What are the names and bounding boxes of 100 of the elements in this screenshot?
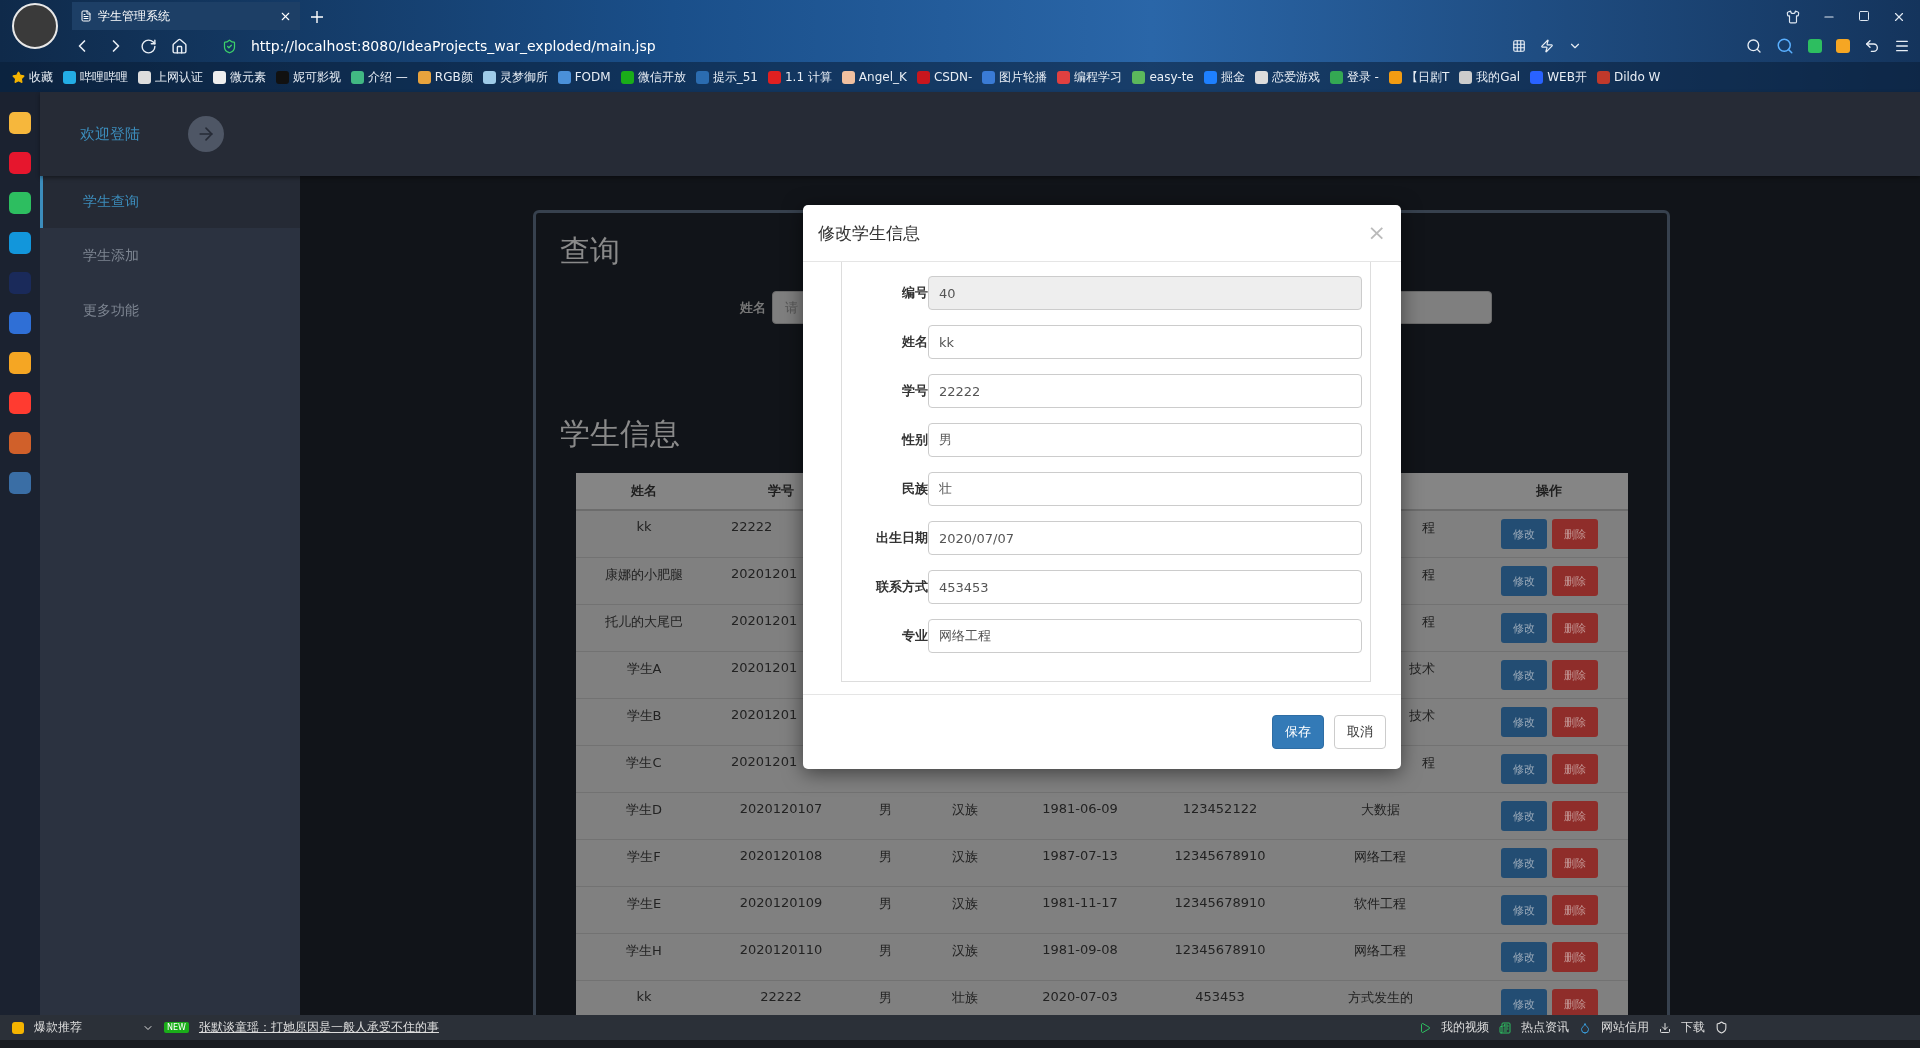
bookmark-link[interactable]: 1.1 计算 (767, 68, 832, 86)
table-cell: 2020120107 (739, 801, 823, 816)
sidebar-item[interactable]: 学生添加 (40, 228, 300, 283)
edit-button[interactable]: 修改 (1500, 801, 1547, 831)
app-icon[interactable] (9, 392, 31, 414)
table-cell: 程 (1422, 613, 1435, 631)
bookmark-link[interactable]: 哔哩哔哩 (63, 68, 128, 86)
bookmark-link[interactable]: 编程学习 (1057, 68, 1123, 86)
edit-button[interactable]: 修改 (1500, 895, 1547, 925)
bookmark-link[interactable]: 掘金 (1203, 68, 1245, 86)
edit-button[interactable]: 修改 (1500, 848, 1547, 878)
avatar-icon[interactable] (12, 3, 58, 49)
app-icon[interactable] (9, 112, 31, 134)
bookmark-link[interactable]: 微信开放 (620, 68, 686, 86)
new-badge: NEW (164, 1022, 189, 1033)
search-icon[interactable] (1776, 37, 1794, 55)
table-cell: 男 (878, 942, 892, 960)
bookmark-link[interactable]: 提示_51 (695, 68, 758, 86)
table-cell: 学生E (626, 895, 662, 913)
bookmark-link[interactable]: CSDN- (916, 70, 973, 84)
app-icon[interactable] (9, 192, 31, 214)
close-icon[interactable] (1892, 10, 1906, 24)
edit-button[interactable]: 修改 (1500, 942, 1547, 972)
bookmark-link[interactable]: 我的Gal (1459, 68, 1521, 86)
table-cell: 20201201 (731, 613, 798, 628)
bookmark-link[interactable]: WEB开 (1530, 68, 1587, 86)
bookmark-link[interactable]: easy-te (1132, 70, 1194, 84)
edit-button[interactable]: 修改 (1500, 566, 1547, 596)
sidebar-item[interactable]: 学生查询 (40, 176, 300, 228)
lightning-icon[interactable] (1540, 39, 1554, 53)
menu-icon[interactable] (1894, 38, 1910, 54)
bookmark-link[interactable]: 【日剧T (1388, 68, 1450, 86)
table-cell: 1987-07-13 (1042, 848, 1118, 863)
bookmark-link[interactable]: Dildo W (1596, 70, 1661, 84)
bookmark-link[interactable]: 微元素 (213, 68, 266, 86)
input-field[interactable]: 男 (928, 423, 1362, 457)
app-icon[interactable] (9, 232, 31, 254)
grid-icon[interactable] (1512, 39, 1526, 53)
table-cell: 学生B (626, 707, 662, 725)
restore-icon[interactable] (1858, 10, 1870, 22)
search-icon[interactable] (1746, 38, 1762, 54)
bookmark-link[interactable]: FODM (557, 70, 611, 84)
edit-button[interactable]: 修改 (1500, 989, 1547, 1015)
table-cell: 2020-07-03 (1042, 989, 1118, 1004)
bookmark-link[interactable]: 登录 - (1329, 68, 1379, 86)
news-link[interactable]: 张默谈童瑶：打她原因是一般人承受不住的事 (198, 1019, 439, 1036)
field-label: 性别 (900, 431, 928, 449)
table-cell: 程 (1422, 754, 1435, 772)
sidebar-item[interactable]: 更多功能 (40, 283, 300, 338)
table-cell: 技术 (1409, 707, 1435, 725)
section-title: 查询 (560, 232, 620, 270)
status-label[interactable]: 爆款推荐 (34, 1019, 82, 1036)
edit-button[interactable]: 修改 (1500, 707, 1547, 737)
input-field[interactable]: kk (928, 325, 1362, 359)
drop-icon (1579, 1021, 1591, 1034)
bookmark-link[interactable]: 收藏 (12, 68, 53, 86)
undo-icon[interactable] (1864, 38, 1880, 54)
column-header: 操作 (1535, 482, 1563, 500)
table-cell: 学生D (626, 801, 662, 819)
app-icon[interactable] (9, 432, 31, 454)
bookmark-link[interactable]: 上网认证 (138, 68, 203, 86)
cancel-button[interactable]: 取消 (1334, 715, 1386, 749)
table-cell: 12345678910 (1174, 942, 1266, 957)
input-field[interactable]: 2020/07/07 (928, 521, 1362, 555)
edit-button[interactable]: 修改 (1500, 660, 1547, 690)
shield-icon[interactable] (1715, 1021, 1728, 1034)
app-icon[interactable] (9, 352, 31, 374)
bookmark-link[interactable]: RGB颜 (417, 68, 473, 86)
table-cell: 程 (1422, 566, 1435, 584)
edit-button[interactable]: 修改 (1500, 519, 1547, 549)
bookmark-link[interactable]: 介绍 — (351, 68, 408, 86)
bookmark-link[interactable]: 妮可影视 (276, 68, 341, 86)
save-button[interactable]: 保存 (1272, 715, 1324, 749)
table-cell: 大数据 (1360, 801, 1400, 819)
table-cell: 学生H (626, 942, 662, 960)
edit-button[interactable]: 修改 (1500, 613, 1547, 643)
skin-icon[interactable] (1786, 10, 1800, 24)
home-icon[interactable] (171, 37, 188, 55)
field-label: 姓名 (740, 298, 766, 317)
status-item[interactable]: 我的视频 (1441, 1019, 1489, 1036)
bookmark-link[interactable]: 恋爱游戏 (1254, 68, 1320, 86)
table-cell: 网络工程 (1354, 942, 1406, 960)
status-item[interactable]: 网站信用 (1601, 1019, 1649, 1036)
input-field[interactable]: 22222 (928, 374, 1362, 408)
reload-icon[interactable] (140, 37, 157, 55)
table-cell: 壮族 (952, 989, 978, 1007)
bookmark-link[interactable]: 灵梦御所 (482, 68, 548, 86)
input-field[interactable]: 壮 (928, 472, 1362, 506)
status-item[interactable]: 热点资讯 (1521, 1019, 1569, 1036)
browser-tab[interactable]: 学生管理系统 (72, 2, 300, 30)
address-field[interactable]: http://localhost:8080/IdeaProjects_war_exploded/main.jsp (251, 38, 656, 54)
bookmark-link[interactable]: 图片轮播 (982, 68, 1048, 86)
edit-button[interactable]: 修改 (1500, 754, 1547, 784)
input-field[interactable]: 网络工程 (928, 619, 1362, 653)
input-field[interactable]: 453453 (928, 570, 1362, 604)
table-cell: 技术 (1409, 660, 1435, 678)
bookmark-link[interactable]: Angel_K (841, 70, 907, 84)
table-cell: 22222 (731, 519, 773, 534)
new-tab-icon[interactable] (310, 10, 324, 24)
status-item[interactable]: 下载 (1681, 1019, 1705, 1036)
